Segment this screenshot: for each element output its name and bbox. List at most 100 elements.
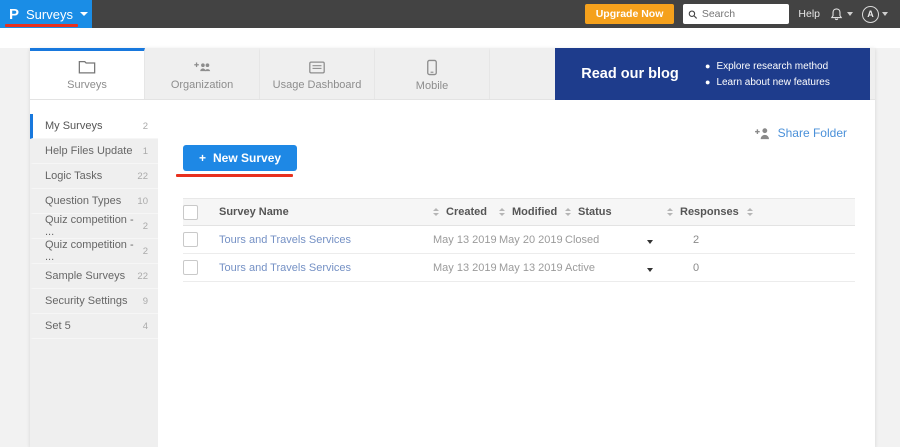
folder-icon xyxy=(78,60,96,75)
product-menu[interactable]: P Surveys xyxy=(0,0,92,28)
blog-banner-title: Read our blog xyxy=(555,66,705,82)
status-dropdown[interactable] xyxy=(647,259,653,277)
topbar-actions: Upgrade Now Help A xyxy=(585,4,900,24)
search-input[interactable] xyxy=(702,8,785,20)
modified-date: May 20 2019 xyxy=(499,234,563,246)
folder-count: 2 xyxy=(143,246,148,257)
share-person-icon xyxy=(754,127,771,140)
folder-label: My Surveys xyxy=(45,120,102,132)
folder-label: Help Files Update xyxy=(45,145,132,157)
folder-label: Logic Tasks xyxy=(45,170,102,182)
folder-count: 2 xyxy=(143,121,148,132)
main-panel: Share Folder + New Survey Survey Name xyxy=(158,100,875,447)
responses-count: 0 xyxy=(667,262,699,274)
folder-label: Question Types xyxy=(45,195,121,207)
chevron-down-icon xyxy=(647,240,653,244)
dashboard-icon xyxy=(308,60,326,75)
sidebar-item-sample-surveys[interactable]: Sample Surveys 22 xyxy=(30,264,158,289)
tab-usage-dashboard[interactable]: Usage Dashboard xyxy=(260,48,375,99)
select-all-checkbox[interactable] xyxy=(183,205,198,220)
topbar: P Surveys Upgrade Now Help A xyxy=(0,0,900,28)
header-spacer xyxy=(0,28,900,48)
folder-label: Security Settings xyxy=(45,295,128,307)
read-blog-banner[interactable]: Read our blog ● Explore research method ●… xyxy=(555,48,870,100)
sidebar-item-set-5[interactable]: Set 5 4 xyxy=(30,314,158,339)
folder-label: Quiz competition - ... xyxy=(45,214,143,238)
sidebar-item-quiz-competition-2[interactable]: Quiz competition - ... 2 xyxy=(30,239,158,264)
column-header-status: Status xyxy=(578,206,612,218)
card-body: My Surveys 2 Help Files Update 1 Logic T… xyxy=(30,100,875,447)
column-header-survey-name: Survey Name xyxy=(219,206,289,218)
bell-icon xyxy=(829,7,844,22)
folder-label: Quiz competition - ... xyxy=(45,239,143,263)
folder-count: 1 xyxy=(143,146,148,157)
blog-bullet-text: Explore research method xyxy=(716,61,828,72)
avatar: A xyxy=(862,6,879,23)
row-checkbox[interactable] xyxy=(183,260,198,275)
brand-logo: P xyxy=(9,7,19,22)
add-group-icon xyxy=(192,60,212,75)
status-value: Active xyxy=(565,262,595,274)
upgrade-now-button[interactable]: Upgrade Now xyxy=(585,4,675,24)
plus-icon: + xyxy=(199,151,206,165)
sidebar-item-security-settings[interactable]: Security Settings 9 xyxy=(30,289,158,314)
sort-icon[interactable] xyxy=(565,208,571,216)
folder-count: 22 xyxy=(137,271,148,282)
folder-count: 2 xyxy=(143,221,148,232)
bullet-icon: ● xyxy=(705,77,710,87)
survey-name-link[interactable]: Tours and Travels Services xyxy=(219,234,351,246)
tab-label: Organization xyxy=(171,79,233,91)
chevron-down-icon xyxy=(847,12,853,16)
row-checkbox[interactable] xyxy=(183,232,198,247)
tab-organization[interactable]: Organization xyxy=(145,48,260,99)
product-menu-label: Surveys xyxy=(26,7,73,22)
survey-name-link[interactable]: Tours and Travels Services xyxy=(219,262,351,274)
column-header-responses: Responses xyxy=(680,206,739,218)
sidebar-item-quiz-competition-1[interactable]: Quiz competition - ... 2 xyxy=(30,214,158,239)
folder-count: 22 xyxy=(137,171,148,182)
search-box[interactable] xyxy=(683,4,789,24)
sidebar-item-question-types[interactable]: Question Types 10 xyxy=(30,189,158,214)
search-icon xyxy=(688,9,697,20)
tab-surveys[interactable]: Surveys xyxy=(30,48,145,99)
bullet-icon: ● xyxy=(705,61,710,71)
tab-label: Mobile xyxy=(416,80,448,92)
new-survey-button[interactable]: + New Survey xyxy=(183,145,297,171)
chevron-down-icon xyxy=(647,268,653,272)
blog-banner-bullets: ● Explore research method ● Learn about ne… xyxy=(705,61,830,88)
notifications-menu[interactable] xyxy=(829,7,853,22)
sort-icon[interactable] xyxy=(747,208,753,216)
sort-icon[interactable] xyxy=(667,208,673,216)
tab-mobile[interactable]: Mobile xyxy=(375,48,490,99)
sidebar-item-my-surveys[interactable]: My Surveys 2 xyxy=(30,114,158,139)
share-folder-link[interactable]: Share Folder xyxy=(754,126,847,140)
status-dropdown[interactable] xyxy=(647,231,653,249)
new-survey-area: + New Survey xyxy=(183,145,297,171)
new-survey-label: New Survey xyxy=(213,151,281,165)
responses-count: 2 xyxy=(667,234,699,246)
account-menu[interactable]: A xyxy=(862,6,888,23)
content-card: Surveys Organization xyxy=(30,48,875,447)
annotation-underline xyxy=(176,174,293,177)
chevron-down-icon xyxy=(882,12,888,16)
folder-label: Sample Surveys xyxy=(45,270,125,282)
mobile-icon xyxy=(426,59,438,76)
folders-list: My Surveys 2 Help Files Update 1 Logic T… xyxy=(30,114,158,447)
table-row: Tours and Travels Services May 13 2019 M… xyxy=(183,254,855,282)
tab-label: Usage Dashboard xyxy=(273,79,362,91)
share-folder-label: Share Folder xyxy=(778,126,847,140)
help-link[interactable]: Help xyxy=(798,8,820,20)
created-date: May 13 2019 xyxy=(433,262,497,274)
sort-icon[interactable] xyxy=(499,208,505,216)
modified-date: May 13 2019 xyxy=(499,262,563,274)
chevron-down-icon xyxy=(80,12,88,16)
table-row: Tours and Travels Services May 13 2019 M… xyxy=(183,226,855,254)
folder-count: 10 xyxy=(137,196,148,207)
blog-bullet-text: Learn about new features xyxy=(716,77,829,88)
sidebar-item-help-files-update[interactable]: Help Files Update 1 xyxy=(30,139,158,164)
status-value: Closed xyxy=(565,234,599,246)
sort-icon[interactable] xyxy=(433,208,439,216)
folder-count: 4 xyxy=(143,321,148,332)
column-header-modified: Modified xyxy=(512,206,557,218)
sidebar-item-logic-tasks[interactable]: Logic Tasks 22 xyxy=(30,164,158,189)
